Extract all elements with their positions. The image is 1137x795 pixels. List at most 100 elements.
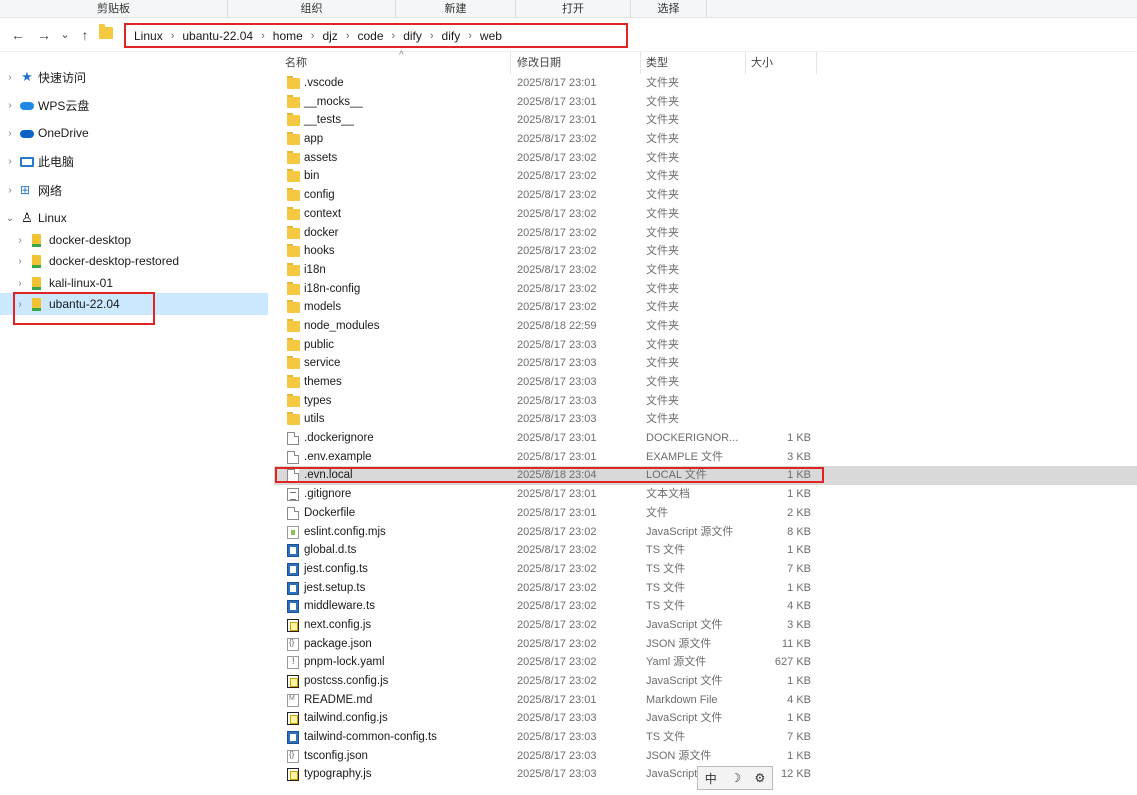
file-row[interactable]: models 2025/8/17 23:02 文件夹 (274, 298, 1137, 317)
file-row[interactable]: .gitignore 2025/8/17 23:01 文本文档 1 KB (274, 485, 1137, 504)
chevron-right-icon[interactable]: › (346, 30, 350, 42)
chevron-right-icon[interactable]: › (311, 30, 315, 42)
settings-icon[interactable]: ⚙ (754, 771, 765, 785)
file-list: ^ 名称 修改日期 类型 大小 .vscode 2025/8/17 23:01 文件夹… (274, 50, 1137, 795)
file-row[interactable]: node_modules 2025/8/18 22:59 文件夹 (274, 317, 1137, 336)
file-row[interactable]: themes 2025/8/17 23:03 文件夹 (274, 373, 1137, 392)
breadcrumb-linux[interactable]: Linux (134, 29, 163, 43)
chevron-right-icon[interactable]: › (4, 128, 16, 139)
breadcrumb-web[interactable]: web (480, 29, 502, 43)
chevron-down-icon[interactable]: ⌄ (4, 213, 16, 224)
ime-language-label[interactable]: 中 (705, 770, 717, 787)
file-row[interactable]: utils 2025/8/17 23:03 文件夹 (274, 410, 1137, 429)
file-row[interactable]: assets 2025/8/17 23:02 文件夹 (274, 149, 1137, 168)
file-row[interactable]: jest.setup.ts 2025/8/17 23:02 TS 文件 1 KB (274, 579, 1137, 598)
file-row[interactable]: .vscode 2025/8/17 23:01 文件夹 (274, 74, 1137, 93)
column-header-date[interactable]: 修改日期 (513, 52, 641, 74)
file-file-icon (287, 506, 299, 520)
folder-icon (287, 76, 300, 89)
chevron-right-icon[interactable]: › (4, 72, 16, 83)
file-row[interactable]: README.md 2025/8/17 23:01 Markdown File 4 K… (274, 691, 1137, 710)
folder-icon (287, 94, 300, 108)
column-header-name[interactable]: ^ 名称 (281, 50, 511, 74)
file-row[interactable]: middleware.ts 2025/8/17 23:02 TS 文件 4 KB (274, 597, 1137, 616)
nav-item-label: 此电脑 (38, 154, 75, 169)
up-arrow-icon[interactable]: ↑ (76, 24, 94, 46)
column-header-size[interactable]: 大小 (747, 52, 817, 74)
chevron-right-icon[interactable]: › (14, 278, 26, 289)
file-row[interactable]: i18n-config 2025/8/17 23:02 文件夹 (274, 280, 1137, 299)
nav-item-network[interactable]: › ⊞ 网络 (0, 179, 268, 201)
file-name: node_modules (304, 319, 380, 332)
file-row[interactable]: bin 2025/8/17 23:02 文件夹 (274, 167, 1137, 186)
nav-item-wps-cloud[interactable]: › WPS云盘 (0, 94, 268, 116)
file-row[interactable]: tailwind.config.js 2025/8/17 23:03 JavaScr… (274, 709, 1137, 728)
chevron-right-icon[interactable]: › (4, 156, 16, 167)
file-row[interactable]: __mocks__ 2025/8/17 23:01 文件夹 (274, 93, 1137, 112)
breadcrumb-dify[interactable]: dify (403, 29, 422, 43)
file-row[interactable]: i18n 2025/8/17 23:02 文件夹 (274, 261, 1137, 280)
chevron-right-icon[interactable]: › (430, 30, 434, 42)
breadcrumb-ubantu[interactable]: ubantu-22.04 (182, 29, 253, 43)
address-bar[interactable]: Linux › ubantu-22.04 › home › djz › code › di… (124, 23, 628, 48)
breadcrumb-home[interactable]: home (273, 29, 303, 43)
file-row[interactable]: Dockerfile 2025/8/17 23:01 文件 2 KB (274, 504, 1137, 523)
file-row[interactable]: .dockerignore 2025/8/17 23:01 DOCKERIGNOR.… (274, 429, 1137, 448)
file-row[interactable]: config 2025/8/17 23:02 文件夹 (274, 186, 1137, 205)
breadcrumb-code[interactable]: code (357, 29, 383, 43)
nav-item-onedrive[interactable]: › OneDrive (0, 122, 268, 144)
nav-item-docker-desktop-restored[interactable]: › docker-desktop-restored (0, 250, 268, 272)
file-size: 2 KB (787, 506, 811, 519)
back-arrow-icon[interactable]: ← (8, 24, 28, 46)
chevron-right-icon[interactable]: › (4, 185, 16, 196)
chevron-right-icon[interactable]: › (14, 235, 26, 246)
nav-item-label: Linux (38, 211, 67, 225)
file-type: 文件 (646, 506, 668, 519)
forward-arrow-icon[interactable]: → (34, 24, 54, 46)
nav-item-docker-desktop[interactable]: › docker-desktop (0, 229, 268, 251)
breadcrumb-djz[interactable]: djz (322, 29, 337, 43)
moon-icon[interactable]: ☽ (730, 771, 741, 785)
column-header-type[interactable]: 类型 (642, 52, 746, 74)
file-row[interactable]: global.d.ts 2025/8/17 23:02 TS 文件 1 KB (274, 541, 1137, 560)
file-date: 2025/8/17 23:03 (517, 731, 597, 744)
nav-item-kali-linux[interactable]: › kali-linux-01 (0, 272, 268, 294)
file-row[interactable]: types 2025/8/17 23:03 文件夹 (274, 392, 1137, 411)
nav-item-label: WPS云盘 (38, 98, 90, 113)
file-row[interactable]: jest.config.ts 2025/8/17 23:02 TS 文件 7 KB (274, 560, 1137, 579)
file-name: tailwind.config.js (304, 712, 388, 725)
file-row[interactable]: context 2025/8/17 23:02 文件夹 (274, 205, 1137, 224)
ime-toolbar[interactable]: 中 ☽ ⚙ (697, 766, 773, 790)
file-row[interactable]: next.config.js 2025/8/17 23:02 JavaScript … (274, 616, 1137, 635)
chevron-right-icon[interactable]: › (14, 256, 26, 267)
chevron-right-icon[interactable]: › (261, 30, 265, 42)
chevron-right-icon[interactable]: › (4, 100, 16, 111)
nav-item-quick-access[interactable]: › ★ 快速访问 (0, 66, 268, 88)
file-row[interactable]: __tests__ 2025/8/17 23:01 文件夹 (274, 111, 1137, 130)
file-name: models (304, 301, 342, 314)
recent-locations-chevron-icon[interactable]: ⌄ (58, 24, 72, 46)
file-row[interactable]: docker 2025/8/17 23:02 文件夹 (274, 224, 1137, 243)
file-row[interactable]: hooks 2025/8/17 23:02 文件夹 (274, 242, 1137, 261)
file-date: 2025/8/17 23:02 (517, 525, 597, 538)
nav-item-label: 网络 (38, 183, 63, 198)
file-row[interactable]: tailwind-common-config.ts 2025/8/17 23:03… (274, 728, 1137, 747)
file-row[interactable]: postcss.config.js 2025/8/17 23:02 JavaScri… (274, 672, 1137, 691)
file-date: 2025/8/17 23:02 (517, 675, 597, 687)
file-row[interactable]: public 2025/8/17 23:03 文件夹 (274, 336, 1137, 355)
file-row[interactable]: pnpm-lock.yaml 2025/8/17 23:02 Yaml 源文件 627… (274, 653, 1137, 672)
file-row[interactable]: .env.example 2025/8/17 23:01 EXAMPLE 文件 3 K… (274, 448, 1137, 467)
file-row[interactable]: package.json 2025/8/17 23:02 JSON 源文件 11 KB (274, 635, 1137, 654)
nav-item-linux[interactable]: ⌄ ♙ Linux (0, 207, 268, 229)
file-row[interactable]: eslint.config.mjs 2025/8/17 23:02 JavaScri… (274, 523, 1137, 542)
ts-file-icon (287, 731, 299, 745)
chevron-right-icon[interactable]: › (171, 30, 175, 42)
file-row[interactable]: service 2025/8/17 23:03 文件夹 (274, 354, 1137, 373)
file-row[interactable]: app 2025/8/17 23:02 文件夹 (274, 130, 1137, 149)
file-row[interactable]: tsconfig.json 2025/8/17 23:03 JSON 源文件 1 KB (274, 747, 1137, 766)
nav-item-this-pc[interactable]: › 此电脑 (0, 150, 268, 172)
chevron-right-icon[interactable]: › (468, 30, 472, 42)
chevron-right-icon[interactable]: › (392, 30, 396, 42)
file-rows: .vscode 2025/8/17 23:01 文件夹 __mocks__ 2025/8… (274, 74, 1137, 784)
breadcrumb-dify-2[interactable]: dify (442, 29, 461, 43)
